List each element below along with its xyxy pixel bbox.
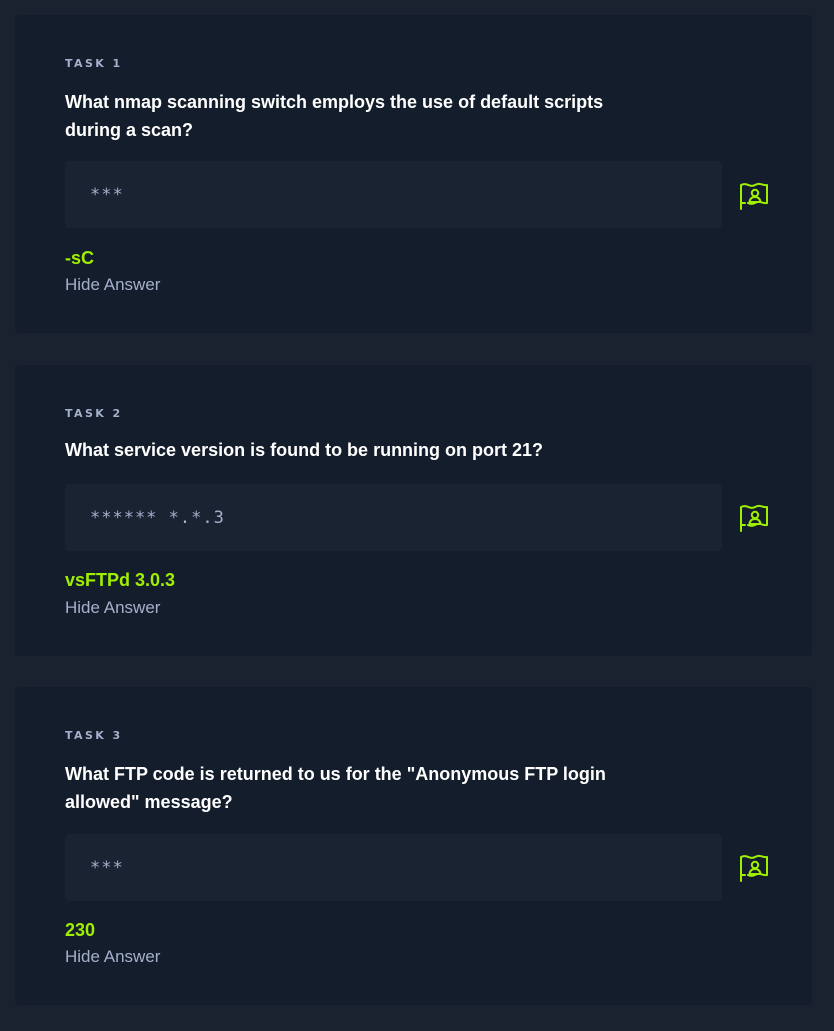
answer-value: vsFTPd 3.0.3 [65,570,176,590]
task-label: TASK 1 [65,57,123,70]
task-question: What FTP code is returned to us for the … [65,764,606,812]
submit-flag-button[interactable] [738,852,770,884]
answer-mask: ****** *.*.3 [90,507,225,528]
flag-user-icon [740,854,768,882]
task-card: TASK 2 What service version is found to … [15,365,812,656]
answer-mask: *** [90,857,124,878]
answer-input[interactable]: *** [65,161,722,228]
task-question: What nmap scanning switch employs the us… [65,92,604,140]
task-card: TASK 1 What nmap scanning switch employs… [15,15,812,333]
hide-answer-link[interactable]: Hide Answer [65,598,160,618]
task-question: What service version is found to be runn… [65,440,544,460]
answer-value: 230 [65,920,96,940]
task-card: TASK 3 What FTP code is returned to us f… [15,687,812,1005]
task-label: TASK 3 [65,729,123,742]
answer-mask: *** [90,184,124,205]
hide-answer-link[interactable]: Hide Answer [65,947,160,967]
flag-user-icon [740,182,768,210]
submit-flag-button[interactable] [738,180,770,212]
answer-value: -sC [65,248,95,268]
hide-answer-link[interactable]: Hide Answer [65,275,160,295]
task-label: TASK 2 [65,407,123,420]
submit-flag-button[interactable] [738,502,770,534]
answer-input[interactable]: *** [65,834,722,901]
answer-input[interactable]: ****** *.*.3 [65,484,722,551]
flag-user-icon [740,504,768,532]
